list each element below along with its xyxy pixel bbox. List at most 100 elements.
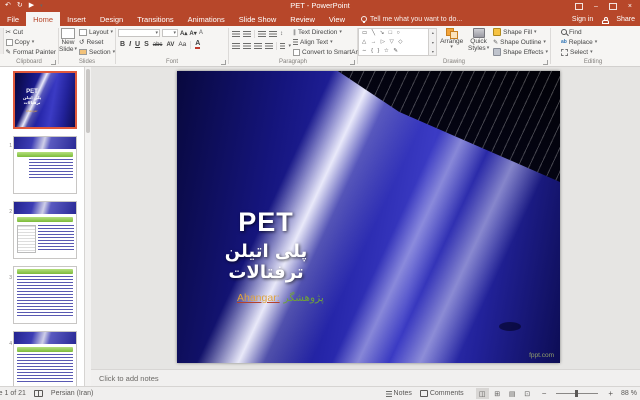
slide-subtitle: پلی اتیلن ترفتالات <box>185 241 347 283</box>
convert-smartart-button[interactable]: Convert to SmartArt ▾ <box>291 47 366 57</box>
font-size-combobox[interactable]: ▾ <box>162 29 178 37</box>
redo-icon[interactable]: ↻ <box>17 0 23 12</box>
decrease-font-size-button[interactable]: A▾ <box>189 30 196 37</box>
change-case-button[interactable]: Aa <box>178 41 186 48</box>
quick-styles-button[interactable]: Quick Styles▾ <box>466 26 491 57</box>
new-slide-button[interactable]: New Slide▾ <box>59 26 77 57</box>
tab-design[interactable]: Design <box>93 12 130 26</box>
paragraph-dialog-launcher-icon[interactable] <box>350 60 355 65</box>
text-direction-button[interactable]: ∥ Text Direction ▾ <box>291 27 366 37</box>
shapes-gallery-scroll[interactable]: ▴ ▾ ▾ <box>429 28 437 56</box>
justify-icon[interactable] <box>265 43 273 50</box>
customize-qat-icon[interactable]: ▾ <box>40 0 43 12</box>
shape-fill-button[interactable]: Shape Fill ▾ <box>491 27 550 37</box>
font-dialog-launcher-icon[interactable] <box>221 60 226 65</box>
tab-file[interactable]: File <box>0 12 26 26</box>
zoom-in-button[interactable]: + <box>608 389 613 398</box>
arrange-button[interactable]: Arrange ▾ <box>437 26 466 57</box>
restore-icon[interactable] <box>609 3 617 10</box>
slide-title-block[interactable]: PET پلی اتیلن ترفتالات <box>185 207 347 283</box>
slide-sorter-view-button[interactable]: ⊞ <box>491 388 504 399</box>
minimize-icon[interactable]: – <box>594 3 598 10</box>
shapes-gallery[interactable]: ▭ ╲ ↘ □ ○ △ → ▷ ▽ ◇ ∼ { } ☆ ✎ <box>358 28 429 56</box>
layout-button[interactable]: Layout ▾ <box>77 27 117 37</box>
tab-slide-show[interactable]: Slide Show <box>232 12 284 26</box>
text-shadow-button[interactable]: S <box>144 41 149 48</box>
tab-view[interactable]: View <box>322 12 352 26</box>
line-spacing-icon[interactable]: ↕ <box>280 31 283 37</box>
share-button[interactable]: Share <box>616 16 635 23</box>
shapes-scroll-up-icon[interactable]: ▴ <box>432 30 434 35</box>
italic-button[interactable]: I <box>129 41 131 48</box>
find-button[interactable]: Find <box>559 27 635 37</box>
zoom-level[interactable]: 88 % <box>621 390 637 397</box>
align-right-icon[interactable] <box>254 43 262 50</box>
shapes-more-icon[interactable]: ▾ <box>432 49 434 54</box>
decrease-indent-icon[interactable] <box>258 31 266 38</box>
replace-label: Replace <box>569 39 593 46</box>
align-text-button[interactable]: Align Text ▾ <box>291 37 366 47</box>
ribbon-display-options-icon[interactable] <box>575 3 583 10</box>
strikethrough-button[interactable]: abc <box>153 42 163 48</box>
replace-button[interactable]: ab Replace ▾ <box>559 37 635 47</box>
cut-button[interactable]: ✂ Cut <box>4 27 58 37</box>
increase-font-size-button[interactable]: A▴ <box>180 30 187 37</box>
drawing-dialog-launcher-icon[interactable] <box>543 60 548 65</box>
tell-me-box[interactable]: Tell me what you want to do... <box>361 12 462 26</box>
notes-toggle[interactable]: Notes <box>386 390 412 397</box>
shapes-scroll-down-icon[interactable]: ▾ <box>432 40 434 45</box>
copy-button[interactable]: Copy ▾ <box>4 37 58 47</box>
thumbnail-slide-5[interactable] <box>13 331 77 386</box>
bullets-icon[interactable] <box>232 31 240 38</box>
proofing-icon[interactable] <box>34 390 43 397</box>
clear-formatting-button[interactable]: A <box>199 30 203 36</box>
zoom-slider-handle[interactable] <box>575 390 578 397</box>
thumbnail-slide-3[interactable] <box>13 201 77 259</box>
comments-icon <box>420 390 428 397</box>
reading-view-button[interactable]: ▤ <box>506 388 519 399</box>
tab-insert[interactable]: Insert <box>60 12 93 26</box>
undo-icon[interactable]: ↶ <box>5 0 11 12</box>
thumbnail-slide-4[interactable] <box>13 266 77 324</box>
zoom-slider[interactable] <box>556 393 598 394</box>
thumbnail-scrollbar-thumb[interactable] <box>86 69 90 133</box>
notes-pane[interactable]: Click to add notes <box>91 369 640 386</box>
slide-canvas[interactable]: PET پلی اتیلن ترفتالات Ahangar: پژوهشگر … <box>177 71 560 363</box>
align-left-icon[interactable] <box>232 43 240 50</box>
font-color-button[interactable]: A <box>195 40 200 49</box>
thumbnail-slide-2[interactable] <box>13 136 77 194</box>
increase-indent-icon[interactable] <box>269 31 277 38</box>
shape-effects-button[interactable]: Shape Effects ▾ <box>491 47 550 57</box>
comments-toggle[interactable]: Comments <box>420 390 464 397</box>
start-from-beginning-icon[interactable]: ▶ <box>29 0 34 12</box>
close-icon[interactable]: × <box>628 3 632 10</box>
normal-view-button[interactable]: ◫ <box>476 388 489 399</box>
shapes-row-3: ∼ { } ☆ ✎ <box>362 47 428 56</box>
slide-author-line[interactable]: Ahangar: پژوهشگر <box>237 292 324 304</box>
language-indicator[interactable]: Persian (Iran) <box>51 390 93 397</box>
format-painter-button[interactable]: ✎ Format Painter <box>4 47 58 57</box>
tab-review[interactable]: Review <box>283 12 322 26</box>
clipboard-dialog-launcher-icon[interactable] <box>51 60 56 65</box>
character-spacing-button[interactable]: AV <box>166 42 174 48</box>
thumbnail-4-text <box>17 276 73 316</box>
numbering-icon[interactable] <box>243 31 251 38</box>
zoom-out-button[interactable]: − <box>542 389 547 398</box>
sign-in-button[interactable]: Sign in <box>572 16 593 23</box>
tab-home[interactable]: Home <box>26 12 60 26</box>
thumbnail-slide-1[interactable]: PET پلی اتیلن ترفتالات Ahangar: <box>13 71 77 129</box>
bold-button[interactable]: B <box>120 41 125 48</box>
tab-animations[interactable]: Animations <box>181 12 232 26</box>
window-title: PET - PowerPoint <box>0 0 640 12</box>
layout-label: Layout <box>89 29 109 36</box>
select-button[interactable]: Select ▾ <box>559 47 635 57</box>
font-name-combobox[interactable]: ▾ <box>118 29 160 37</box>
section-button[interactable]: Section ▾ <box>77 47 117 57</box>
slide-show-button[interactable]: ⊡ <box>521 388 534 399</box>
tab-transitions[interactable]: Transitions <box>130 12 180 26</box>
align-center-icon[interactable] <box>243 43 251 50</box>
shape-outline-button[interactable]: ✎ Shape Outline ▾ <box>491 37 550 47</box>
columns-icon[interactable] <box>280 43 286 50</box>
reset-button[interactable]: ↺ Reset <box>77 37 117 47</box>
underline-button[interactable]: U <box>135 41 140 48</box>
